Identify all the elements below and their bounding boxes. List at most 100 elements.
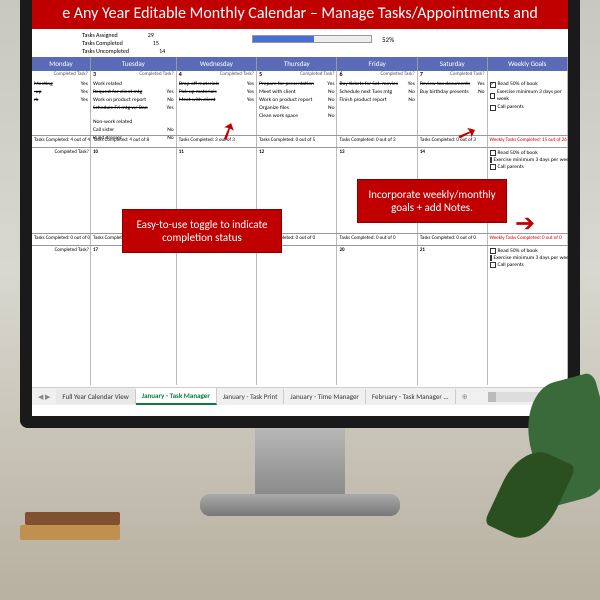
- stat-label: Tasks Uncompleted: [82, 47, 129, 55]
- task-status[interactable]: No: [328, 97, 334, 104]
- day-number: 14: [420, 149, 425, 155]
- tab-nav-icon[interactable]: ◀ ▶: [32, 392, 56, 401]
- task-text[interactable]: -up: [34, 89, 79, 96]
- task-status[interactable]: Yes: [247, 89, 254, 96]
- day-number: 6: [339, 71, 342, 78]
- tab-full-year[interactable]: Full Year Calendar View: [56, 389, 135, 404]
- day-header: Tuesday: [91, 57, 177, 71]
- task-text[interactable]: Schedule next Tues mtg: [339, 89, 406, 96]
- day-number: 17: [93, 247, 98, 253]
- task-text[interactable]: rk: [34, 97, 79, 104]
- book-decoration: [25, 512, 120, 525]
- day-header: Thursday: [257, 57, 337, 71]
- task-text[interactable]: Call sister: [93, 127, 165, 134]
- task-text[interactable]: Review tax documents: [420, 81, 475, 88]
- task-status[interactable]: Yes: [81, 81, 88, 88]
- task-status[interactable]: No: [408, 97, 414, 104]
- goal-text: Exercise minimum 3 days per week: [497, 89, 565, 103]
- task-status[interactable]: Yes: [167, 89, 174, 96]
- task-status[interactable]: No: [408, 89, 414, 96]
- task-status[interactable]: No: [167, 97, 173, 104]
- day-number: 5: [259, 71, 262, 78]
- monitor-stand: [255, 428, 345, 498]
- task-status[interactable]: Yes: [81, 89, 88, 96]
- day-header: Weekly Goals: [488, 57, 568, 71]
- task-text[interactable]: Clean work space: [259, 113, 326, 120]
- checkbox-icon[interactable]: [490, 255, 492, 261]
- tab-jan-task-print[interactable]: January - Task Print: [217, 389, 285, 404]
- task-status[interactable]: No: [167, 127, 173, 134]
- col-monday[interactable]: Completed Task? MeetingYes -upYes rkYes: [32, 71, 91, 385]
- day-number: 4: [179, 71, 182, 78]
- day-number: 21: [420, 247, 425, 253]
- task-text[interactable]: Organize files: [259, 105, 326, 112]
- completed-label: Completed Task?: [450, 71, 484, 78]
- completed-label: Completed Task?: [380, 71, 414, 78]
- task-status[interactable]: No: [328, 89, 334, 96]
- task-text[interactable]: Work on product report: [259, 97, 326, 104]
- day-number: 7: [420, 71, 423, 78]
- checkbox-icon[interactable]: ✓: [490, 82, 496, 88]
- col-saturday[interactable]: 7 Completed Task? Review tax documentsYes…: [418, 71, 488, 385]
- weekly-total: Weekly Tasks Completed: 15 out of 26: [488, 136, 568, 144]
- stat-value: 29: [148, 31, 154, 39]
- task-text[interactable]: Prepare for presentation: [259, 81, 325, 88]
- goal-item[interactable]: Exercise minimum 3 days per week: [490, 89, 565, 103]
- progress-pct: 52%: [382, 35, 394, 44]
- checkbox-icon[interactable]: [490, 164, 496, 170]
- checkbox-icon[interactable]: [490, 105, 496, 111]
- completed-label: Completed Task?: [220, 71, 254, 78]
- completed-label: Completed Task?: [54, 71, 88, 78]
- task-status[interactable]: No: [328, 105, 334, 112]
- task-status[interactable]: No: [328, 113, 334, 120]
- col-friday[interactable]: 6 Completed Task? Buy tickets for Sat. mo…: [337, 71, 417, 385]
- task-stats: Tasks Assigned29 Tasks Completed15 Tasks…: [82, 31, 165, 55]
- day-number: 11: [179, 149, 184, 155]
- task-status[interactable]: Yes: [247, 97, 254, 104]
- task-text[interactable]: Request for client mtg: [93, 89, 165, 96]
- goal-item[interactable]: ✓Read 50% of book: [490, 81, 565, 88]
- task-text[interactable]: Buy birthday presents: [420, 89, 476, 96]
- day-number: 10: [93, 149, 98, 155]
- task-text[interactable]: Work on product report: [93, 97, 165, 104]
- day-number: 20: [339, 247, 344, 253]
- tab-jan-time-manager[interactable]: January - Time Manager: [284, 389, 365, 404]
- task-text[interactable]: Meet with client: [179, 97, 245, 104]
- week-summary-row: Tasks Completed: 4 out of 4 Tasks Comple…: [32, 135, 568, 144]
- day-header: Friday: [337, 57, 417, 71]
- day-header-row: Monday Tuesday Wednesday Thursday Friday…: [32, 57, 568, 71]
- task-status[interactable]: Yes: [477, 81, 484, 88]
- task-status[interactable]: Yes: [408, 81, 415, 88]
- task-text[interactable]: Finish product report: [339, 97, 406, 104]
- checkbox-icon[interactable]: [490, 157, 492, 163]
- task-text[interactable]: Drop off materials: [179, 81, 245, 88]
- arrow-icon: ➔: [515, 209, 535, 238]
- task-text[interactable]: Work related: [93, 81, 174, 88]
- week2-summary-row: Tasks Completed: 0 out of 0 Tasks Comple…: [32, 233, 568, 242]
- title-banner: e Any Year Editable Monthly Calendar – M…: [32, 0, 568, 29]
- stat-value: 14: [159, 47, 165, 55]
- task-status[interactable]: Yes: [247, 81, 254, 88]
- tab-jan-task-manager[interactable]: January - Task Manager: [136, 388, 217, 405]
- task-status[interactable]: No: [478, 89, 484, 96]
- checkbox-icon[interactable]: [490, 93, 495, 99]
- task-text[interactable]: Meet with client: [259, 89, 326, 96]
- completed-label: Completed Task?: [300, 71, 334, 78]
- checkbox-icon[interactable]: [490, 150, 496, 156]
- task-status[interactable]: Yes: [327, 81, 334, 88]
- task-text[interactable]: Schedule Fri mtg w/ Dan: [93, 105, 165, 112]
- task-status[interactable]: Yes: [167, 105, 174, 112]
- day-header: Monday: [32, 57, 91, 71]
- task-text[interactable]: Pick up materials: [179, 89, 245, 96]
- tab-feb-task-manager[interactable]: February - Task Manager ...: [366, 389, 456, 404]
- checkbox-icon[interactable]: [490, 262, 496, 268]
- day-header: Saturday: [418, 57, 488, 71]
- progress-fill: [253, 36, 314, 42]
- task-status[interactable]: Yes: [81, 97, 88, 104]
- checkbox-icon[interactable]: [490, 248, 496, 254]
- task-text[interactable]: Buy tickets for Sat. movies: [339, 81, 405, 88]
- stat-label: Tasks Completed: [82, 39, 123, 47]
- day-number: 12: [259, 149, 264, 155]
- task-text[interactable]: Meeting: [34, 81, 79, 88]
- goal-item[interactable]: Call parents: [490, 104, 565, 111]
